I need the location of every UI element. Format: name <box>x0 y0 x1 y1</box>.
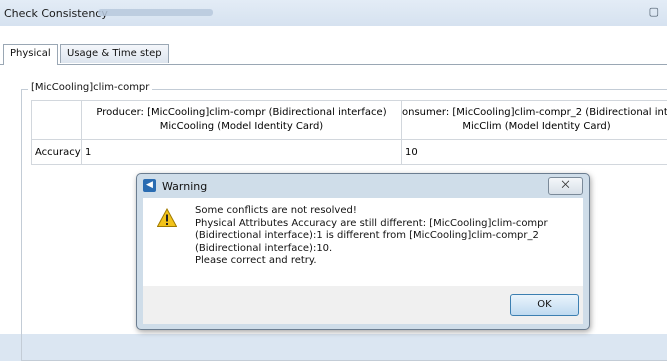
consumer-header-line1: onsumer: [MicCooling]clim-compr_2 (Bidir… <box>402 106 667 120</box>
dialog-message: Some conflicts are not resolved! Physica… <box>195 205 548 268</box>
tab-usage-label: Usage & Time step <box>67 48 162 59</box>
ok-button[interactable]: OK <box>510 294 579 316</box>
tab-physical-label: Physical <box>10 48 51 59</box>
comparison-table: Producer: [MicCooling]clim-compr (Bidire… <box>31 100 667 165</box>
group-label: [MicCooling]clim-compr <box>28 82 152 93</box>
dialog-footer: OK <box>143 286 583 324</box>
message-line: Some conflicts are not resolved! <box>195 205 548 218</box>
consumer-value-cell[interactable]: 10 <box>402 140 667 165</box>
tab-bar: Physical Usage & Time step <box>0 44 667 65</box>
message-line: Physical Attributes Accuracy are still d… <box>195 218 548 231</box>
message-line: Please correct and retry. <box>195 255 548 268</box>
close-button[interactable]: ⨉ <box>548 177 583 195</box>
consumer-header-line2: MicClim (Model Identity Card) <box>402 120 667 134</box>
tab-usage-time-step[interactable]: Usage & Time step <box>60 44 169 63</box>
close-icon: ⨉ <box>562 180 570 191</box>
dialog-body: Some conflicts are not resolved! Physica… <box>143 198 583 286</box>
tab-physical[interactable]: Physical <box>3 44 58 65</box>
row-label-accuracy: Accuracy <box>32 140 82 165</box>
window-title: Check Consistency <box>4 7 108 20</box>
dialog-titlebar[interactable]: ◀ Warning ⨉ <box>137 174 589 198</box>
producer-column-header[interactable]: Producer: [MicCooling]clim-compr (Bidire… <box>82 101 402 140</box>
table-header-row: Producer: [MicCooling]clim-compr (Bidire… <box>32 101 667 140</box>
producer-header-line2: MicCooling (Model Identity Card) <box>82 120 401 134</box>
warning-dialog: ◀ Warning ⨉ Some conflicts are not resol… <box>136 173 590 330</box>
consumer-column-header[interactable]: onsumer: [MicCooling]clim-compr_2 (Bidir… <box>402 101 667 140</box>
message-line: (Bidirectional interface):1 is different… <box>195 230 548 243</box>
window-titlebar: Check Consistency ▢ <box>0 0 667 26</box>
message-line: (Bidirectional interface):10. <box>195 243 548 256</box>
window-control-icon[interactable]: ▢ <box>649 5 659 18</box>
table-corner-cell <box>32 101 82 140</box>
table-row[interactable]: Accuracy 1 10 <box>32 140 667 165</box>
dialog-title: Warning <box>162 180 207 193</box>
producer-value-cell[interactable]: 1 <box>82 140 402 165</box>
warning-icon <box>157 208 177 228</box>
producer-header-line1: Producer: [MicCooling]clim-compr (Bidire… <box>82 106 401 120</box>
blurred-title-text <box>98 9 213 16</box>
app-icon: ◀ <box>143 179 156 192</box>
